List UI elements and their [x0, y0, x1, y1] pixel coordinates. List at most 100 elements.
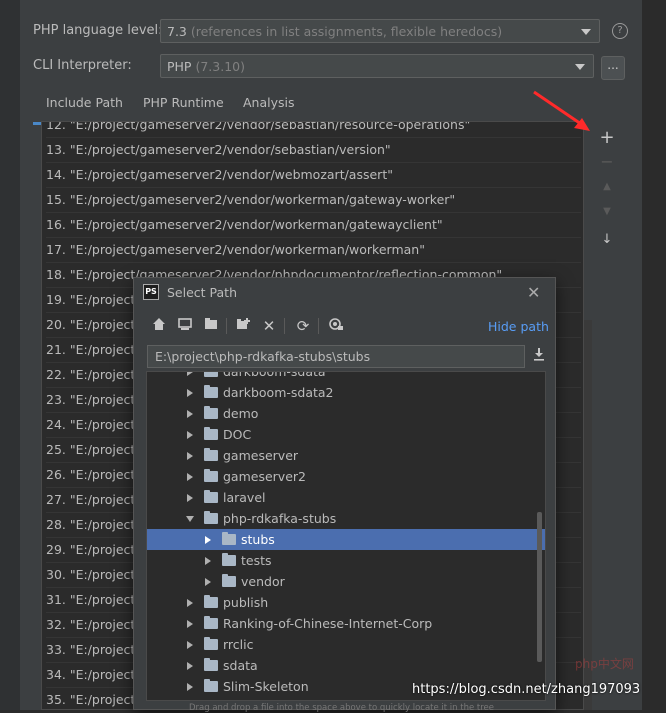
move-up-button[interactable]: ▲: [596, 181, 618, 192]
chevron-right-icon[interactable]: [187, 662, 193, 670]
annotation-arrow-icon: [533, 90, 590, 131]
tree-node-label: tests: [241, 553, 272, 568]
chevron-right-icon[interactable]: [187, 389, 193, 397]
chevron-right-icon[interactable]: [187, 641, 193, 649]
chevron-right-icon[interactable]: [205, 557, 211, 565]
tree-node-label: vendor: [241, 574, 285, 589]
cli-interpreter-select[interactable]: PHP (7.3.10): [160, 54, 594, 78]
chevron-right-icon[interactable]: [187, 473, 193, 481]
chevron-right-icon[interactable]: [205, 536, 211, 544]
tree-node-selected[interactable]: stubs: [147, 529, 545, 550]
php-language-level-value: 7.3: [167, 24, 187, 39]
folder-icon: [204, 595, 218, 608]
chevron-right-icon[interactable]: [187, 494, 193, 502]
php-watermark: php中文网: [575, 657, 634, 671]
tree-node-label: Ranking-of-Chinese-Internet-Corp: [223, 616, 433, 631]
tree-node-label: gameserver: [223, 448, 299, 463]
tree-node[interactable]: gameserver: [147, 445, 545, 466]
tree-node[interactable]: rrclic: [147, 634, 545, 655]
php-language-level-row: PHP language level: 7.3 (references in l…: [20, 17, 642, 47]
cli-interpreter-browse-button[interactable]: ...: [601, 56, 625, 80]
delete-icon[interactable]: ✕: [260, 317, 278, 335]
close-icon[interactable]: ✕: [527, 283, 540, 302]
folder-icon: [204, 616, 218, 629]
list-item[interactable]: 14. "E:/project/gameserver2/vendor/webmo…: [46, 163, 581, 188]
list-item[interactable]: 16. "E:/project/gameserver2/vendor/worke…: [46, 213, 581, 238]
remove-path-button[interactable]: −: [596, 152, 618, 171]
chevron-right-icon[interactable]: [187, 410, 193, 418]
folder-icon: [204, 658, 218, 671]
tree-node[interactable]: php-rdkafka-stubs: [147, 508, 545, 529]
path-input[interactable]: E:\project\php-rdkafka-stubs\stubs: [147, 345, 525, 368]
list-item[interactable]: 13. "E:/project/gameserver2/vendor/sebas…: [46, 138, 581, 163]
tree-node[interactable]: laravel: [147, 487, 545, 508]
project-folder-icon[interactable]: [202, 317, 220, 335]
cli-interpreter-value: PHP: [167, 59, 192, 74]
tree-node[interactable]: darkboom-sdata: [147, 372, 545, 382]
tree-scrollbar[interactable]: [537, 512, 542, 662]
tree-node[interactable]: publish: [147, 592, 545, 613]
tree-node[interactable]: sdata: [147, 655, 545, 676]
chevron-right-icon[interactable]: [187, 372, 193, 376]
tree-node-label: stubs: [241, 532, 275, 547]
home-icon[interactable]: [150, 317, 168, 335]
desktop-icon[interactable]: [176, 317, 194, 335]
toolbar-divider: [226, 318, 227, 334]
folder-icon: [204, 511, 218, 524]
right-gutter: [642, 0, 666, 710]
list-item[interactable]: 15. "E:/project/gameserver2/vendor/worke…: [46, 188, 581, 213]
tree-node[interactable]: Ranking-of-Chinese-Internet-Corp: [147, 613, 545, 634]
new-folder-icon[interactable]: [234, 317, 252, 335]
php-language-level-select[interactable]: 7.3 (references in list assignments, fle…: [160, 19, 600, 43]
folder-icon: [204, 679, 218, 692]
tab-analysis[interactable]: Analysis: [243, 95, 295, 123]
blog-watermark: https://blog.csdn.net/zhang197093: [412, 682, 641, 697]
folder-icon: [222, 553, 236, 566]
help-icon[interactable]: ?: [612, 23, 628, 39]
dialog-toolbar: ✕ ⟳ Hide path: [144, 315, 549, 339]
add-path-button[interactable]: +: [596, 127, 618, 148]
tree-node-label: laravel: [223, 490, 266, 505]
sort-button[interactable]: ↓: [596, 232, 618, 247]
hide-path-link[interactable]: Hide path: [488, 319, 549, 334]
download-icon[interactable]: [530, 347, 548, 365]
list-item[interactable]: 12. "E:/project/gameserver2/vendor/sebas…: [46, 122, 581, 138]
tab-include-path[interactable]: Include Path: [33, 95, 136, 125]
folder-icon: [222, 532, 236, 545]
list-item[interactable]: 17. "E:/project/gameserver2/vendor/worke…: [46, 238, 581, 263]
move-down-button[interactable]: ▼: [596, 206, 618, 217]
chevron-down-icon: [575, 64, 585, 70]
tree-node[interactable]: tests: [147, 550, 545, 571]
include-path-toolbar: + − ▲ ▼ ↓: [596, 121, 618, 710]
tree-node[interactable]: DOC: [147, 424, 545, 445]
drag-drop-hint: Drag and drop a file into the space abov…: [189, 703, 495, 713]
chevron-right-icon[interactable]: [187, 599, 193, 607]
php-language-level-hint: (references in list assignments, flexibl…: [190, 24, 503, 39]
tree-node-label: DOC: [223, 427, 252, 442]
folder-icon: [204, 406, 218, 419]
chevron-right-icon[interactable]: [187, 431, 193, 439]
show-hidden-icon[interactable]: [327, 317, 345, 335]
toolbar-divider: [318, 318, 319, 334]
tree-node[interactable]: demo: [147, 403, 545, 424]
folder-icon: [222, 574, 236, 587]
tree-node-label: rrclic: [223, 637, 254, 652]
chevron-right-icon[interactable]: [187, 620, 193, 628]
tree-node[interactable]: darkboom-sdata2: [147, 382, 545, 403]
php-language-level-label: PHP language level:: [33, 23, 163, 38]
tree-node-label: gameserver2: [223, 469, 306, 484]
tree-node[interactable]: vendor: [147, 571, 545, 592]
chevron-right-icon[interactable]: [205, 578, 211, 586]
tab-php-runtime[interactable]: PHP Runtime: [143, 95, 224, 123]
chevron-down-icon[interactable]: [186, 516, 194, 522]
tree-node-label: php-rdkafka-stubs: [223, 511, 337, 526]
refresh-icon[interactable]: ⟳: [294, 317, 312, 335]
folder-tree[interactable]: darkboom-sdata darkboom-sdata2 demo DOC …: [146, 371, 546, 701]
tree-node[interactable]: gameserver2: [147, 466, 545, 487]
chevron-right-icon[interactable]: [187, 683, 193, 691]
include-path-scrollbar[interactable]: [584, 320, 592, 710]
toolbar-divider: [284, 318, 285, 334]
chevron-right-icon[interactable]: [187, 452, 193, 460]
tree-node-label: Slim-Skeleton: [223, 679, 309, 694]
cli-interpreter-hint: (7.3.10): [195, 59, 245, 74]
